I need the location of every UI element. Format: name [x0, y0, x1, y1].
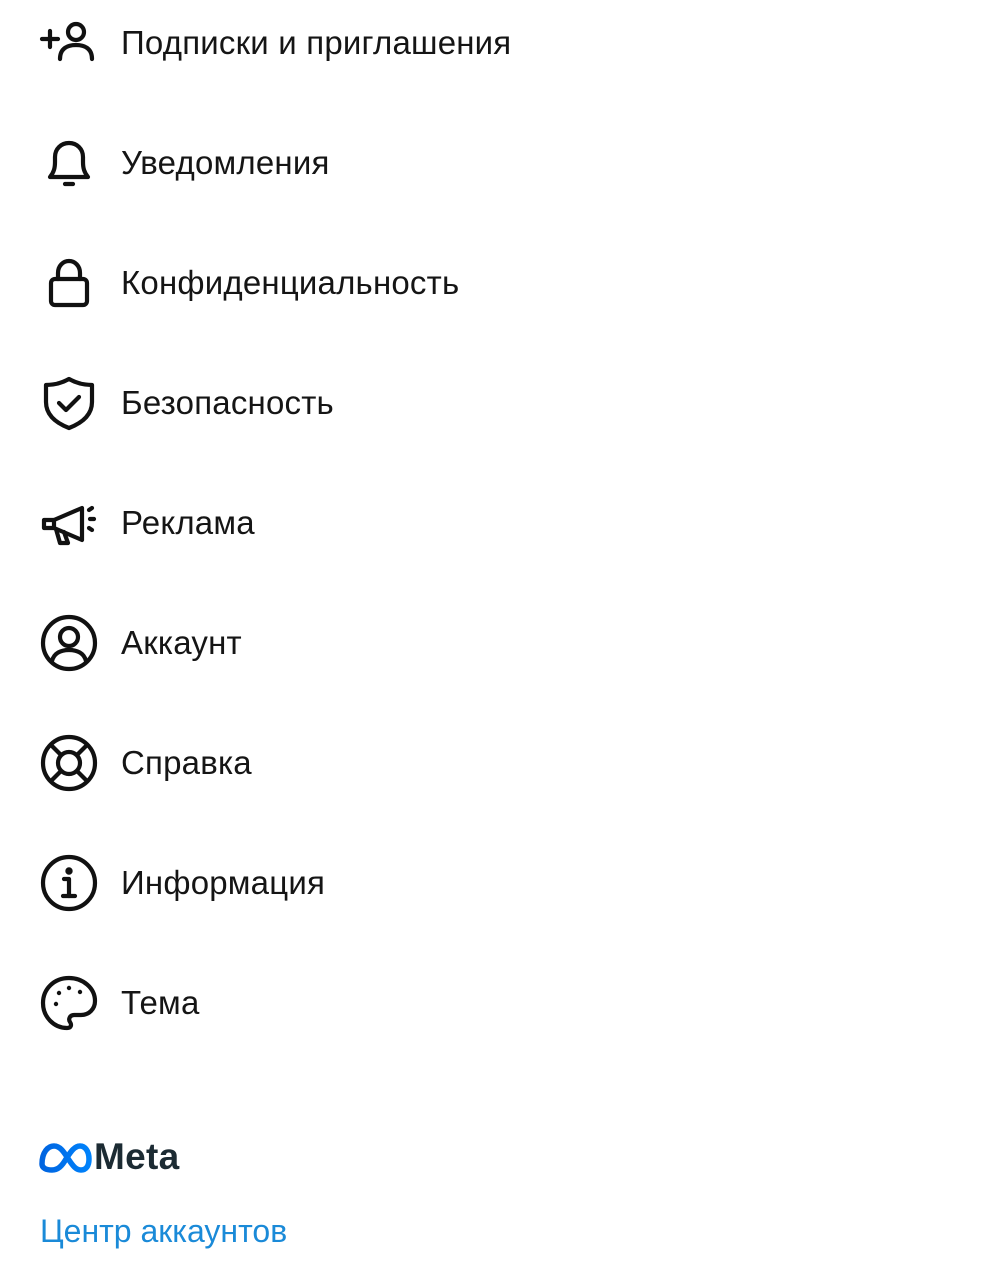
menu-item-help[interactable]: Справка [0, 703, 982, 823]
menu-item-label: Безопасность [121, 384, 334, 421]
menu-item-privacy[interactable]: Конфиденциальность [0, 223, 982, 343]
menu-item-follows-invites[interactable]: Подписки и приглашения [0, 0, 982, 103]
menu-item-theme[interactable]: Тема [0, 943, 982, 1063]
user-circle-icon [38, 612, 100, 674]
menu-item-about[interactable]: Информация [0, 823, 982, 943]
menu-item-account[interactable]: Аккаунт [0, 583, 982, 703]
bell-icon [38, 132, 100, 194]
menu-item-notifications[interactable]: Уведомления [0, 103, 982, 223]
megaphone-icon [38, 492, 100, 554]
add-person-icon [38, 12, 100, 74]
meta-infinity-icon [39, 1143, 92, 1173]
account-center-link[interactable]: Центр аккаунтов [40, 1213, 287, 1250]
menu-item-label: Тема [121, 984, 200, 1021]
palette-icon [38, 972, 100, 1034]
menu-item-label: Уведомления [121, 144, 330, 181]
menu-item-label: Информация [121, 864, 326, 901]
shield-check-icon [38, 372, 100, 434]
menu-item-label: Аккаунт [121, 624, 242, 661]
lifebuoy-icon [38, 732, 100, 794]
info-icon [38, 852, 100, 914]
settings-page: Подписки и приглашения Уведомления Конфи… [0, 0, 982, 1280]
menu-item-ads[interactable]: Реклама [0, 463, 982, 583]
menu-item-label: Подписки и приглашения [121, 24, 512, 61]
menu-item-label: Конфиденциальность [121, 264, 460, 301]
meta-brand-text: Meta [94, 1136, 180, 1177]
menu-item-label: Справка [121, 744, 252, 781]
menu-item-label: Реклама [121, 504, 255, 541]
menu-item-security[interactable]: Безопасность [0, 343, 982, 463]
lock-icon [38, 252, 100, 314]
meta-logo: Meta [38, 1132, 180, 1182]
